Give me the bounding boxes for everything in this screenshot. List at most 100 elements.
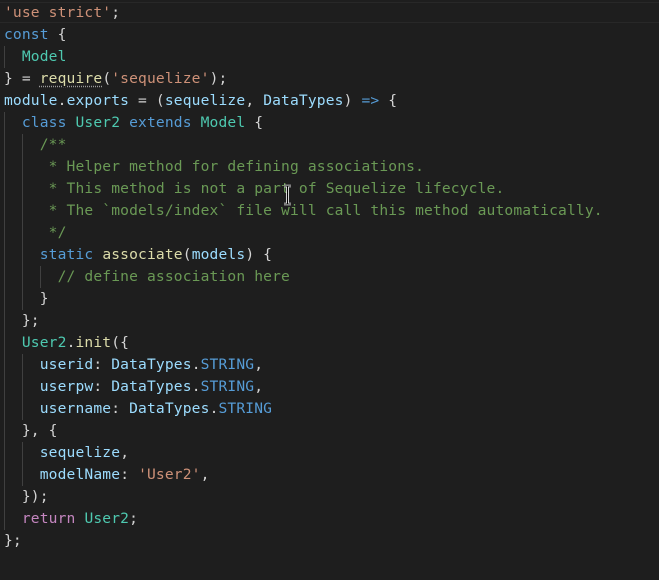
code-line[interactable]: const { bbox=[4, 24, 67, 46]
code-token: . bbox=[191, 378, 201, 395]
code-token: associate bbox=[102, 246, 183, 263]
code-token: , bbox=[245, 92, 264, 109]
code-line[interactable]: 'use strict'; bbox=[4, 2, 120, 24]
code-token: DataTypes bbox=[263, 92, 344, 109]
code-token: ({ bbox=[111, 334, 130, 351]
code-token: ; bbox=[129, 510, 139, 527]
code-line[interactable]: sequelize, bbox=[4, 442, 129, 464]
code-editor[interactable]: 'use strict'; const { Model} = require('s… bbox=[0, 0, 659, 580]
code-token: }; bbox=[4, 532, 22, 549]
code-token: DataTypes bbox=[111, 378, 192, 395]
code-token: DataTypes bbox=[129, 400, 210, 417]
code-token: sequelize bbox=[164, 92, 246, 109]
code-token: * The `models/index` file will call this… bbox=[4, 202, 603, 219]
code-line[interactable]: return User2; bbox=[4, 508, 138, 530]
code-line[interactable]: } = require('sequelize'); bbox=[4, 68, 227, 90]
code-token: 'User2' bbox=[138, 466, 201, 483]
code-token: }; bbox=[4, 312, 40, 329]
code-token: { bbox=[48, 26, 67, 43]
code-token: DataTypes bbox=[111, 356, 192, 373]
code-line[interactable]: } bbox=[4, 288, 49, 310]
code-line[interactable]: modelName: 'User2', bbox=[4, 464, 210, 486]
code-token: userpw bbox=[39, 378, 94, 395]
code-line[interactable]: /** bbox=[4, 134, 67, 156]
code-line[interactable]: module.exports = (sequelize, DataTypes) … bbox=[4, 90, 397, 112]
code-token: User2 bbox=[84, 510, 130, 527]
code-token: : bbox=[93, 356, 112, 373]
code-token: ) bbox=[343, 92, 362, 109]
code-token: models bbox=[191, 246, 246, 263]
code-line[interactable]: userpw: DataTypes.STRING, bbox=[4, 376, 263, 398]
code-token: . bbox=[209, 400, 219, 417]
code-line[interactable]: }, { bbox=[4, 420, 58, 442]
code-token: static bbox=[39, 246, 94, 263]
code-line[interactable]: static associate(models) { bbox=[4, 244, 272, 266]
code-line[interactable]: User2.init({ bbox=[4, 332, 129, 354]
code-token: init bbox=[75, 334, 112, 351]
code-token: return bbox=[21, 510, 76, 527]
code-token: }, { bbox=[4, 422, 58, 439]
code-token: // define association here bbox=[57, 268, 290, 285]
code-token: User2 bbox=[21, 334, 67, 351]
code-token: { bbox=[379, 92, 398, 109]
code-token: extends bbox=[129, 114, 192, 131]
code-token: . bbox=[191, 356, 201, 373]
code-line[interactable]: username: DataTypes.STRING bbox=[4, 398, 272, 420]
code-token: : bbox=[93, 378, 112, 395]
code-line[interactable]: userid: DataTypes.STRING, bbox=[4, 354, 263, 376]
code-token: ( bbox=[102, 70, 112, 87]
code-line[interactable]: * Helper method for defining association… bbox=[4, 156, 424, 178]
code-token: Model bbox=[21, 48, 67, 65]
code-token: */ bbox=[4, 224, 67, 241]
code-line[interactable]: * The `models/index` file will call this… bbox=[4, 200, 603, 222]
code-token: . bbox=[66, 334, 76, 351]
code-token: ( bbox=[182, 246, 192, 263]
code-token: STRING bbox=[200, 378, 255, 395]
code-token: } = bbox=[4, 70, 40, 87]
code-token: userid bbox=[39, 356, 94, 373]
code-token: /** bbox=[4, 136, 67, 153]
code-line[interactable]: }); bbox=[4, 486, 49, 508]
code-token: 'sequelize' bbox=[111, 70, 210, 87]
code-token: , bbox=[200, 466, 210, 483]
code-line[interactable]: }; bbox=[4, 310, 40, 332]
code-line[interactable]: class User2 extends Model { bbox=[4, 112, 263, 134]
code-token: modelName bbox=[39, 466, 121, 483]
code-token: : bbox=[111, 400, 130, 417]
code-token: STRING bbox=[218, 400, 273, 417]
code-token: require bbox=[39, 70, 103, 87]
code-token: module bbox=[4, 92, 58, 109]
code-line[interactable]: }; bbox=[4, 530, 22, 552]
code-token: sequelize bbox=[39, 444, 121, 461]
code-token: : bbox=[120, 466, 139, 483]
code-line[interactable]: */ bbox=[4, 222, 67, 244]
code-token: ); bbox=[209, 70, 228, 87]
code-line[interactable]: Model bbox=[4, 46, 67, 68]
code-token: User2 bbox=[75, 114, 121, 131]
code-token: ; bbox=[111, 4, 121, 21]
code-token: { bbox=[245, 114, 264, 131]
code-token: , bbox=[254, 356, 264, 373]
code-line[interactable]: // define association here bbox=[4, 266, 290, 288]
code-token: . bbox=[57, 92, 67, 109]
code-token: => bbox=[361, 92, 380, 109]
code-line[interactable]: * This method is not a part of Sequelize… bbox=[4, 178, 505, 200]
code-token: * This method is not a part of Sequelize… bbox=[4, 180, 505, 197]
code-token: }); bbox=[4, 488, 49, 505]
code-token: 'use strict' bbox=[4, 4, 112, 21]
code-token: class bbox=[21, 114, 67, 131]
